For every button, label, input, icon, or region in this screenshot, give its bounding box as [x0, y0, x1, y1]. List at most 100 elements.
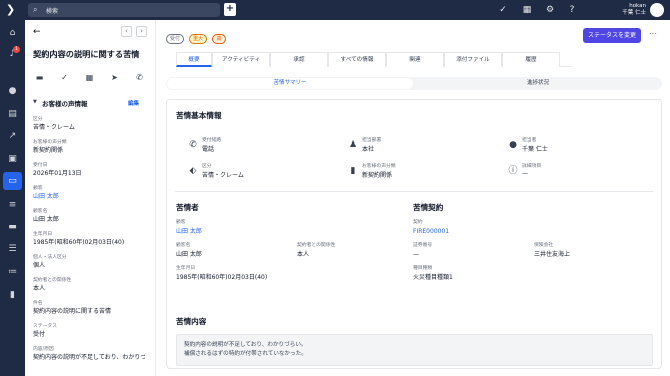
back-arrow-icon[interactable]: ← [33, 27, 41, 37]
feedback-icon[interactable]: ▭ [3, 172, 22, 190]
summary-card: 苦情基本情報 ✆ 受付経路 電話 ♟ 担当部署 本社 ● 担当者 千葉 仁士 ⬖… [166, 99, 662, 369]
tag-icon: ⬖ [189, 166, 197, 176]
check-circle-icon[interactable]: ✓ [58, 71, 71, 84]
field-value: 本人 [33, 285, 46, 292]
complainant-heading: 苦情者 [176, 203, 199, 212]
create-new-button[interactable]: + [224, 3, 236, 16]
tab-overview[interactable]: 概要 [176, 52, 212, 67]
info-value: 電話 [202, 146, 215, 153]
field-label: ステータス [33, 324, 57, 329]
field-label: 種目種類 [413, 266, 433, 271]
bookmark-icon: ▮ [350, 166, 356, 176]
field-label: 受付日 [33, 163, 48, 168]
field-value: 受付 [33, 331, 46, 338]
field-value: 山田 太郎 [33, 216, 59, 223]
description-line: 契約内容の説明が不足しており、わかりづらい。 [184, 342, 307, 348]
record-title: 契約内容の説明に関する苦情 [33, 49, 140, 59]
info-label: 受付経路 [202, 138, 222, 143]
document-icon[interactable]: ▤ [0, 105, 25, 123]
field-value: 1985年(昭和60年)02月03日(40) [176, 274, 268, 281]
phone-icon: ✆ [189, 140, 197, 150]
notification-icon[interactable]: ♪ 1 [0, 45, 25, 63]
top-bar: ❯ ⌕ 検索 + ✓ ▦ ⚙ ? hokan 千葉 仁士 [0, 0, 670, 20]
person-icon: ● [509, 140, 517, 150]
field-value: 個人 [33, 262, 46, 269]
more-options-icon[interactable]: ⋯ [649, 29, 657, 38]
content-heading: 苦情内容 [176, 317, 207, 326]
avatar[interactable] [650, 3, 664, 17]
tab-approval[interactable]: 承認 [270, 52, 328, 67]
tab-history[interactable]: 履歴 [502, 52, 560, 67]
change-status-button[interactable]: ステータスを変更 [583, 28, 641, 43]
info-value: 新契約関係 [362, 172, 393, 179]
field-label: 区分 [33, 117, 43, 122]
field-value: 契約内容の説明に関する苦情 [33, 308, 112, 315]
divider [175, 191, 653, 192]
field-label: 内容/原因 [33, 347, 54, 352]
field-value: 新契約関係 [33, 147, 64, 154]
user-full-name: 千葉 仁士 [622, 10, 646, 16]
subtab-summary[interactable]: 苦情サマリー [167, 78, 413, 89]
info-item: ♟ 担当部署 本社 [345, 136, 495, 154]
app-logo-icon[interactable]: ❯ [6, 4, 18, 16]
nav-rail: ⌂ ♪ 1 ● ▤ ↗ ▣ ▭ ≡ ▬ ☰ ≔ ▮ [0, 20, 25, 376]
collapse-triangle-icon[interactable]: ▼ [33, 99, 37, 105]
field-label: 保険会社 [534, 243, 554, 248]
task-check-icon[interactable]: ✓ [497, 4, 509, 16]
checklist-icon[interactable]: ≡ [0, 196, 25, 214]
customer-link[interactable]: 山田 太郎 [176, 227, 286, 236]
field-label: お客様の声分類 [33, 140, 67, 145]
comment-icon[interactable]: ▬ [33, 71, 46, 84]
tab-attachments[interactable]: 添付ファイル [444, 52, 502, 67]
info-label: 担当部署 [362, 138, 382, 143]
global-search[interactable]: ⌕ 検索 [28, 3, 220, 17]
tab-all-info[interactable]: すべての情報 [328, 52, 386, 67]
bar-chart-icon[interactable]: ▮ [0, 286, 25, 304]
tab-bar: 概要 アクティビティ 承認 すべての情報 関連 添付ファイル 履歴 [176, 52, 572, 67]
tab-activity[interactable]: アクティビティ [212, 52, 270, 67]
search-icon: ⌕ [33, 5, 38, 14]
customer-link[interactable]: 山田 太郎 [33, 192, 145, 201]
phone-icon[interactable]: ✆ [133, 71, 146, 84]
tasks-icon[interactable]: ≔ [0, 263, 25, 281]
field-value: 山田 太郎 [176, 251, 202, 258]
field-label: 件名 [33, 301, 43, 306]
field-label: 顧客 [176, 220, 186, 225]
contact-card-icon[interactable]: ▣ [0, 150, 25, 168]
complaint-description: 契約内容の説明が不足しており、わかりづらい。 補償されるはずの特約が付帯されてい… [176, 334, 653, 366]
field-label: 顧客名 [33, 209, 48, 214]
basic-info-heading: 苦情基本情報 [176, 111, 222, 120]
tab-related[interactable]: 関連 [386, 52, 444, 67]
info-value: 本社 [362, 146, 375, 153]
info-label: お客様の声分類 [362, 164, 396, 169]
user-menu[interactable]: hokan 千葉 仁士 [612, 3, 646, 17]
chart-line-icon[interactable]: ↗ [0, 127, 25, 145]
edit-link[interactable]: 編集 [128, 99, 139, 107]
record-side-panel: ← ‹ › 契約内容の説明に関する苦情 ▬ ✓ ▦ ➤ ✆ ▼ お客様の声情報 … [25, 20, 177, 376]
subtab-progress[interactable]: 進捗状況 [415, 78, 661, 89]
field-label: 契約者との関係性 [297, 243, 336, 248]
calendar-icon[interactable]: ▦ [521, 4, 533, 16]
person-icon[interactable]: ● [0, 82, 25, 100]
main-content: 受付 重大 高 ステータスを変更 ⋯ 概要 アクティビティ 承認 すべての情報 … [156, 20, 670, 376]
calendar-icon[interactable]: ▦ [83, 71, 96, 84]
send-icon[interactable]: ➤ [108, 71, 121, 84]
subtab-switcher: 苦情サマリー 進捗状況 [166, 77, 662, 90]
search-input[interactable]: 検索 [46, 6, 58, 15]
next-record-button[interactable]: › [136, 26, 147, 37]
help-icon[interactable]: ? [566, 4, 578, 16]
prev-record-button[interactable]: ‹ [121, 26, 132, 37]
field-value: 三井住友海上 [534, 251, 571, 258]
gear-icon[interactable]: ⚙ [544, 4, 556, 16]
info-value: 千葉 仁士 [522, 146, 548, 153]
field-value: 契約内容の説明が不足しており、わかりづら [33, 354, 145, 361]
home-icon[interactable]: ⌂ [0, 24, 25, 42]
folder-icon[interactable]: ▬ [0, 218, 25, 236]
field-label: 顧客 [33, 186, 43, 191]
contract-link[interactable]: FIRE000001 [413, 227, 523, 236]
list-icon[interactable]: ☰ [0, 240, 25, 258]
info-item: ▮ お客様の声分類 新契約関係 [345, 162, 495, 180]
field-label: 生年月日 [33, 232, 53, 237]
description-line: 補償されるはずの特約が付帯されていなかった。 [184, 351, 307, 357]
contract-heading: 苦情契約 [413, 203, 444, 212]
